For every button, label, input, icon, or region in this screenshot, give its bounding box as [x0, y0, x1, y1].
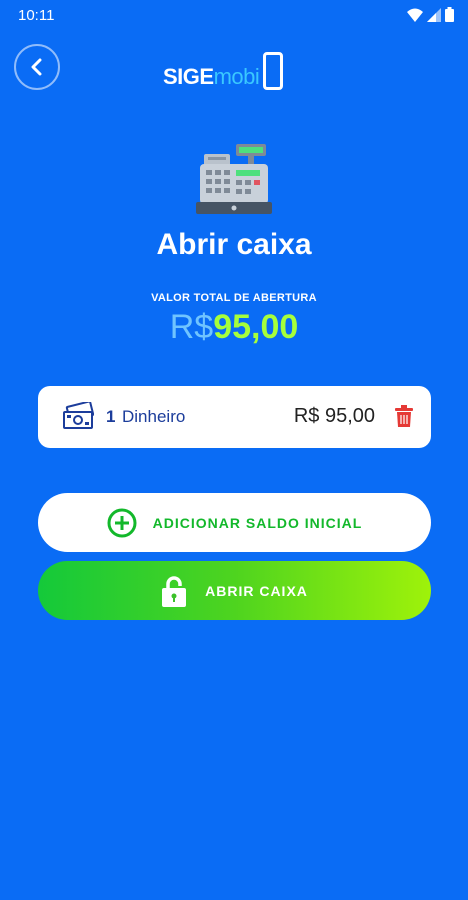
page-title: Abrir caixa	[156, 228, 312, 261]
status-icons	[407, 7, 454, 22]
phone-icon	[263, 52, 284, 90]
open-register-button[interactable]: ABRIR CAIXA	[38, 561, 431, 620]
add-initial-balance-button[interactable]: ADICIONAR SALDO INICIAL	[38, 493, 431, 552]
trash-icon[interactable]	[395, 405, 413, 427]
status-bar: 10:11	[0, 0, 468, 30]
plus-circle-icon	[107, 508, 137, 537]
logo-sige-text: SIGE	[163, 64, 214, 89]
open-button-label: ABRIR CAIXA	[205, 582, 308, 599]
logo-mobi-text: mobi	[213, 64, 260, 89]
cash-register-icon	[196, 144, 272, 214]
entry-name: Dinheiro	[122, 407, 186, 426]
battery-icon	[445, 7, 454, 22]
signal-icon	[427, 7, 441, 22]
money-icon	[63, 402, 94, 429]
list-item: 1 Dinheiro R$ 95,00	[38, 386, 431, 448]
entry-amount: R$ 95,00	[293, 405, 375, 427]
total-value: R$95,00	[0, 308, 468, 347]
total-amount: 95,00	[213, 308, 299, 346]
back-button[interactable]	[14, 44, 60, 90]
app-logo: SIGE mobi	[163, 46, 284, 90]
wifi-icon	[407, 8, 423, 22]
back-arrow-icon	[31, 58, 42, 76]
status-time: 10:11	[18, 7, 55, 24]
lock-icon	[162, 575, 187, 607]
entry-quantity: 1	[106, 407, 116, 426]
total-label: VALOR TOTAL DE ABERTURA	[151, 292, 317, 304]
add-button-label: ADICIONAR SALDO INICIAL	[152, 514, 363, 531]
total-currency: R$	[169, 308, 214, 346]
